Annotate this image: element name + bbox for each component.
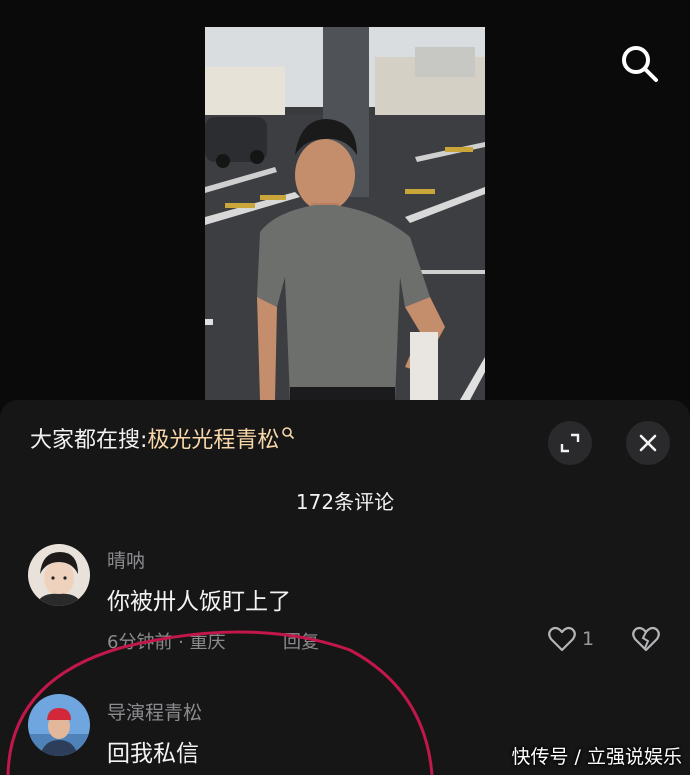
comment-text[interactable]: 你被卅人饭盯上了 [107, 582, 291, 616]
video-player[interactable] [0, 0, 690, 400]
reply-button[interactable]: 回复 [283, 628, 319, 654]
comment-username[interactable]: 导演程青松 [107, 698, 202, 725]
search-icon [622, 46, 658, 82]
small-search-icon [282, 427, 295, 440]
comment-text[interactable]: 回我私信 [107, 734, 199, 768]
heart-icon [548, 626, 576, 652]
watermark: 快传号 / 立强说娱乐 [511, 746, 682, 768]
avatar[interactable] [28, 694, 90, 756]
like-count: 1 [582, 628, 595, 650]
comment-username[interactable]: 晴呐 [107, 546, 145, 573]
video-frame[interactable] [205, 27, 485, 400]
expand-icon [560, 433, 580, 453]
comments-panel: 大家都在搜: 极光光程青松 172条评论 晴呐 你被卅人饭盯上了 6分钟前 · … [0, 400, 690, 775]
search-button[interactable] [616, 40, 664, 88]
like-button[interactable]: 1 [548, 626, 594, 652]
comment-count: 172条评论 [295, 490, 395, 514]
expand-button[interactable] [548, 421, 592, 465]
comment-meta: 6分钟前 · 重庆 [107, 632, 226, 653]
close-icon [639, 434, 657, 452]
close-button[interactable] [626, 421, 670, 465]
avatar[interactable] [28, 544, 90, 606]
video-thumbnail [205, 27, 485, 400]
dislike-button[interactable] [632, 626, 660, 656]
broken-heart-icon [632, 626, 660, 652]
hot-search-prefix: 大家都在搜: [30, 428, 148, 453]
hot-search-bar[interactable]: 大家都在搜: 极光光程青松 [30, 422, 295, 454]
hot-search-term[interactable]: 极光光程青松 [147, 422, 279, 454]
